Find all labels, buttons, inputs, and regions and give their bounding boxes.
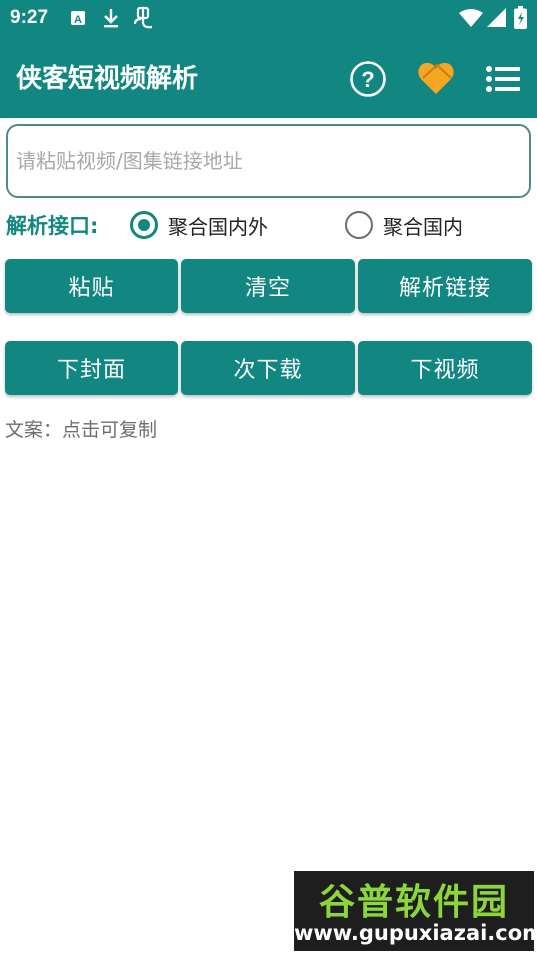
bug-icon	[133, 6, 155, 34]
secondary-download-button[interactable]: 次下载	[181, 341, 355, 395]
a-letter-icon: A	[70, 10, 86, 30]
download-icon	[102, 8, 120, 32]
heart-icon[interactable]	[417, 60, 455, 100]
svg-text:?: ?	[361, 67, 374, 92]
radio-domestic-label: 聚合国内	[383, 214, 463, 239]
app-title: 侠客短视频解析	[16, 64, 199, 94]
menu-list-icon[interactable]	[486, 65, 520, 97]
radio-intl[interactable]: 聚合国内外	[130, 208, 268, 242]
paste-button[interactable]: 粘贴	[5, 259, 178, 313]
watermark: 谷普软件园 www.gupuxiazai.com	[294, 871, 537, 951]
battery-icon	[514, 6, 527, 33]
url-input[interactable]	[6, 124, 531, 198]
caption-text[interactable]: 文案：点击可复制	[5, 415, 157, 442]
signal-icon	[487, 8, 506, 31]
download-cover-button[interactable]: 下封面	[5, 341, 178, 395]
radio-unselected-indicator[interactable]	[345, 211, 373, 239]
parse-link-button[interactable]: 解析链接	[358, 259, 532, 313]
help-icon[interactable]: ?	[349, 60, 387, 102]
radio-intl-label: 聚合国内外	[168, 214, 268, 239]
header: 9:27 A 侠客短视频解析 ?	[0, 0, 537, 118]
svg-text:A: A	[74, 14, 82, 26]
radio-domestic[interactable]: 聚合国内	[345, 208, 463, 242]
wifi-icon	[459, 9, 483, 31]
radio-selected-indicator[interactable]	[130, 211, 158, 239]
download-video-button[interactable]: 下视频	[358, 341, 532, 395]
watermark-title: 谷普软件园	[318, 882, 509, 923]
api-label: 解析接口:	[6, 214, 99, 238]
status-time: 9:27	[10, 7, 49, 28]
watermark-url: www.gupuxiazai.com	[294, 921, 537, 945]
clear-button[interactable]: 清空	[181, 259, 355, 313]
status-bar: 9:27 A	[0, 0, 537, 38]
